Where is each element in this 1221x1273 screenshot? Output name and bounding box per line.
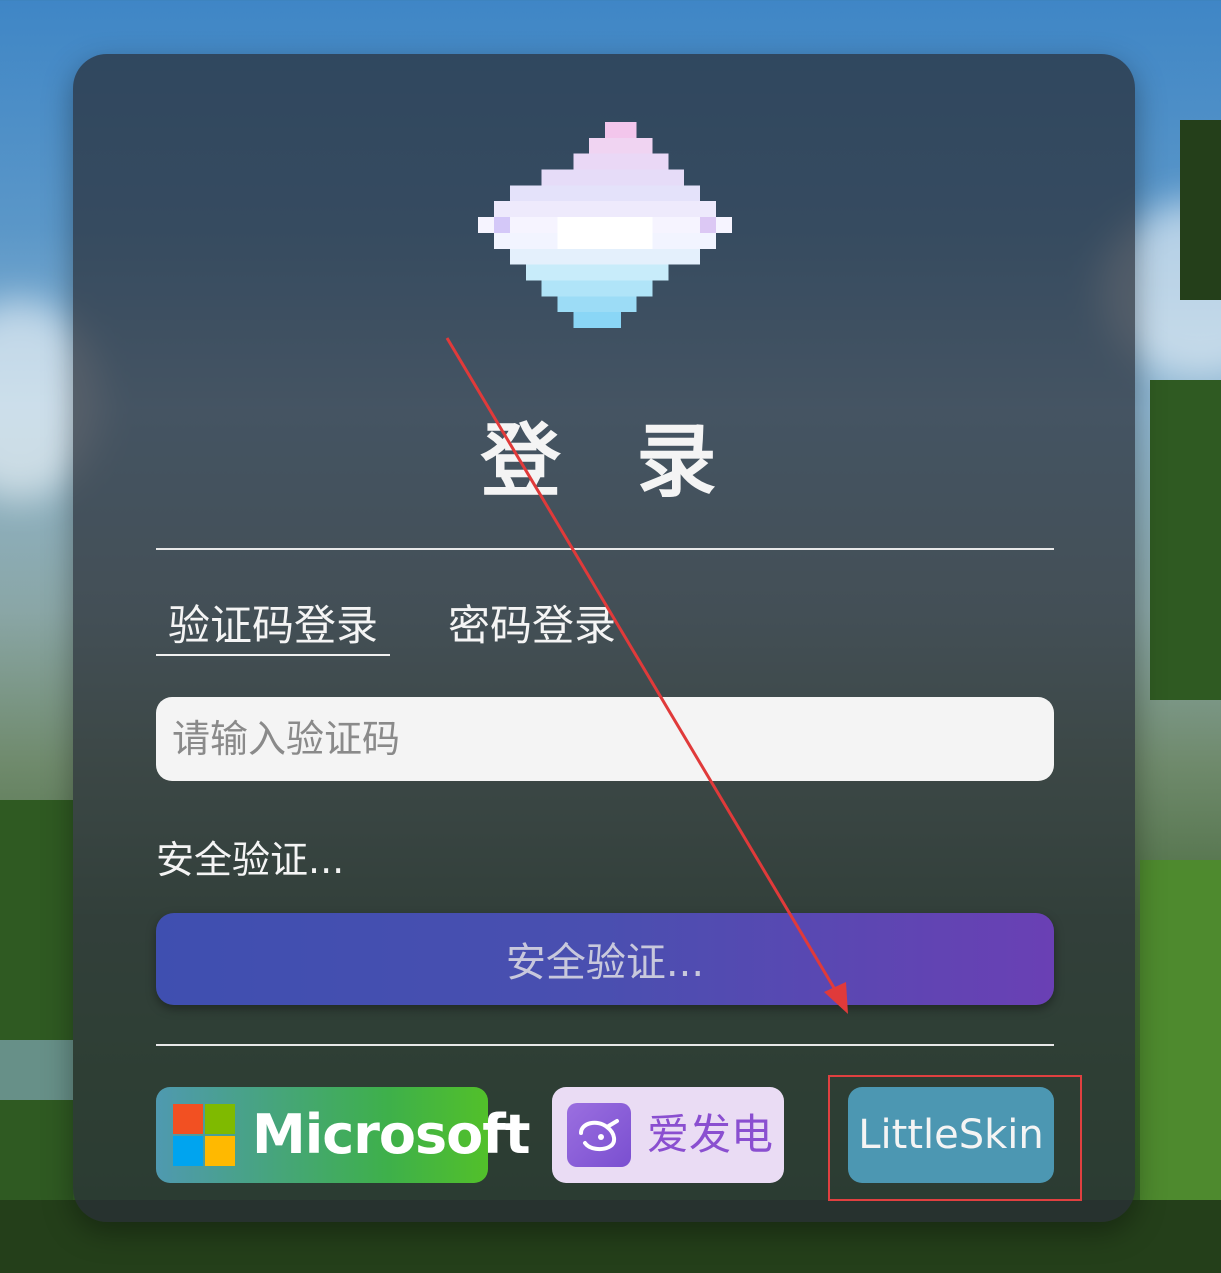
tab-code-login[interactable]: 验证码登录 [156, 598, 391, 656]
captcha-status: 安全验证... [156, 838, 345, 882]
submit-button[interactable]: 安全验证... [156, 913, 1054, 1005]
microsoft-login-button[interactable]: Microsoft [156, 1087, 531, 1183]
afdian-logo-icon [567, 1103, 631, 1167]
afdian-label: 爱发电 [647, 1110, 774, 1159]
afdian-login-button[interactable]: 爱发电 [552, 1087, 784, 1183]
pixel-cloud-logo-icon [478, 122, 732, 328]
title-divider [156, 548, 1054, 550]
code-input[interactable] [156, 697, 1054, 781]
tab-password-login[interactable]: 密码登录 [448, 598, 616, 654]
annotation-highlight-box [828, 1075, 1082, 1201]
oauth-divider [156, 1044, 1054, 1046]
page-title: 登 录 [480, 415, 741, 508]
microsoft-logo-icon [173, 1104, 235, 1166]
microsoft-label: Microsoft [252, 1103, 531, 1166]
